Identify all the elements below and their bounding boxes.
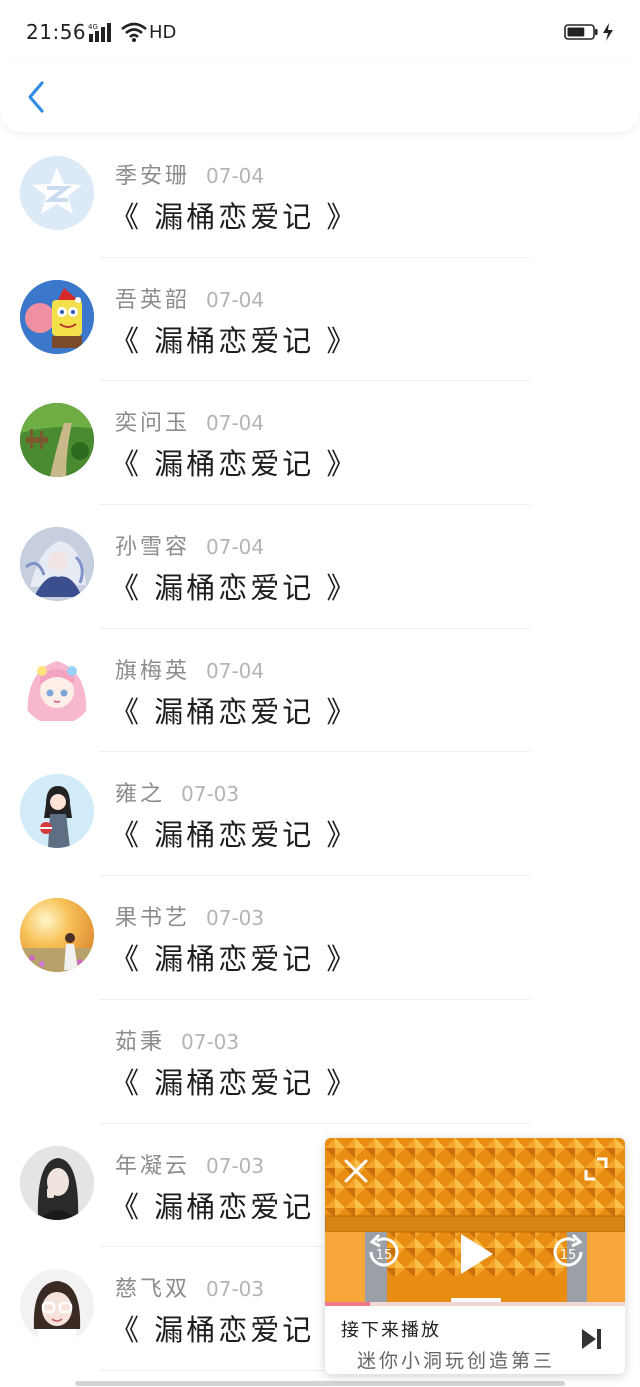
cellular-signal-icon: 4G <box>88 23 111 42</box>
comment-date: 07-04 <box>206 658 265 683</box>
top-nav-bar <box>0 62 640 132</box>
play-icon[interactable] <box>455 1232 497 1276</box>
progress-fill <box>325 1302 370 1306</box>
avatar[interactable] <box>20 898 94 973</box>
list-item[interactable]: 季安珊 07-04 《 漏桶恋爱记 》 <box>0 134 640 258</box>
avatar[interactable] <box>20 403 94 478</box>
status-bar: 21:56 4G HD <box>0 0 640 64</box>
rewind-seconds: 15 <box>376 1248 393 1263</box>
avatar[interactable] <box>20 156 94 230</box>
battery-icon <box>564 24 598 40</box>
avatar[interactable] <box>20 527 94 602</box>
back-button[interactable] <box>20 76 54 118</box>
list-item[interactable]: 奕问玉 07-04 《 漏桶恋爱记 》 <box>0 381 640 506</box>
video-preview[interactable]: 15 15 <box>325 1138 625 1306</box>
cartoon-avatar-icon <box>20 279 94 354</box>
photo-avatar-icon <box>20 1145 94 1220</box>
network-type: 4G <box>88 23 98 31</box>
girl-illustration-avatar-icon <box>20 774 94 849</box>
work-title[interactable]: 《 漏桶恋爱记 》 <box>110 565 358 607</box>
list-item[interactable]: 果书艺 07-03 《 漏桶恋爱记 》 <box>0 876 640 1000</box>
comment-date: 07-03 <box>181 782 240 807</box>
commenter-name: 季安珊 <box>115 164 191 189</box>
comment-date: 07-04 <box>206 287 265 312</box>
commenter-name: 旗梅英 <box>115 658 191 684</box>
garden-avatar-icon <box>20 403 94 478</box>
skip-next-icon[interactable] <box>579 1326 605 1352</box>
work-title[interactable]: 《 漏桶恋爱记 》 <box>110 318 358 360</box>
comment-date: 07-03 <box>206 1277 265 1302</box>
list-item[interactable]: 旗梅英 07-04 《 漏桶恋爱记 》 <box>0 629 640 753</box>
work-title[interactable]: 《 漏桶恋爱记 》 <box>110 194 358 236</box>
list-item[interactable]: 雍之 07-03 《 漏桶恋爱记 》 <box>0 752 640 877</box>
qzone-logo-icon <box>20 156 94 230</box>
commenter-name: 慈飞双 <box>115 1277 191 1303</box>
glasses-avatar-icon <box>20 1269 94 1344</box>
sunset-avatar-icon <box>20 898 94 973</box>
list-item[interactable]: 茹秉 07-03 《 漏桶恋爱记 》 <box>0 1000 640 1124</box>
comment-date: 07-03 <box>181 1029 240 1054</box>
work-title[interactable]: 《 漏桶恋爱记 》 <box>110 1184 358 1226</box>
avatar[interactable] <box>20 1145 94 1220</box>
work-title[interactable]: 《 漏桶恋爱记 》 <box>110 936 358 978</box>
chevron-left-icon <box>28 81 44 113</box>
commenter-name: 茹秉 <box>115 1029 166 1055</box>
playback-progress[interactable] <box>325 1302 625 1306</box>
commenter-name: 孙雪容 <box>115 535 191 561</box>
anime-pink-avatar-icon <box>20 650 94 725</box>
avatar[interactable] <box>20 279 94 354</box>
avatar[interactable] <box>20 1269 94 1344</box>
commenter-name: 雍之 <box>115 782 166 808</box>
avatar[interactable] <box>20 650 94 725</box>
forward-seconds: 15 <box>560 1248 577 1263</box>
commenter-name: 吾英韶 <box>115 287 191 313</box>
avatar[interactable] <box>20 774 94 849</box>
work-title[interactable]: 《 漏桶恋爱记 》 <box>110 1060 358 1102</box>
wifi-icon <box>121 22 147 42</box>
close-icon[interactable] <box>343 1158 369 1184</box>
forward-15-icon[interactable]: 15 <box>547 1232 589 1274</box>
charging-icon <box>603 23 613 41</box>
hd-indicator: HD <box>149 22 177 43</box>
commenter-name: 奕问玉 <box>115 411 191 437</box>
next-video-title[interactable]: 迷你小洞玩创造第三 <box>357 1346 579 1373</box>
up-next-label: 接下来播放 <box>341 1320 441 1341</box>
avatar[interactable] <box>20 1021 94 1096</box>
work-title[interactable]: 《 漏桶恋爱记 》 <box>110 441 358 483</box>
list-item[interactable]: 孙雪容 07-04 《 漏桶恋爱记 》 <box>0 505 640 629</box>
rewind-15-icon[interactable]: 15 <box>363 1232 405 1274</box>
status-time: 21:56 <box>26 20 87 44</box>
comment-date: 07-04 <box>206 164 265 188</box>
work-title[interactable]: 《 漏桶恋爱记 》 <box>110 1307 358 1349</box>
commenter-name: 果书艺 <box>115 906 191 932</box>
mini-player[interactable]: 15 15 接下来播放 迷你小洞玩创造第三 <box>325 1138 625 1374</box>
fullscreen-icon[interactable] <box>583 1156 609 1182</box>
work-title[interactable]: 《 漏桶恋爱记 》 <box>110 689 358 731</box>
anime-avatar-icon <box>20 527 94 602</box>
comment-date: 07-03 <box>206 1153 265 1178</box>
game-scene-thumbnail <box>325 1138 625 1306</box>
comment-date: 07-04 <box>206 535 265 560</box>
home-indicator[interactable] <box>75 1381 565 1386</box>
commenter-name: 年凝云 <box>115 1153 191 1179</box>
work-title[interactable]: 《 漏桶恋爱记 》 <box>110 812 358 854</box>
comment-date: 07-04 <box>206 411 265 436</box>
comment-date: 07-03 <box>206 906 265 931</box>
list-item[interactable]: 吾英韶 07-04 《 漏桶恋爱记 》 <box>0 258 640 382</box>
